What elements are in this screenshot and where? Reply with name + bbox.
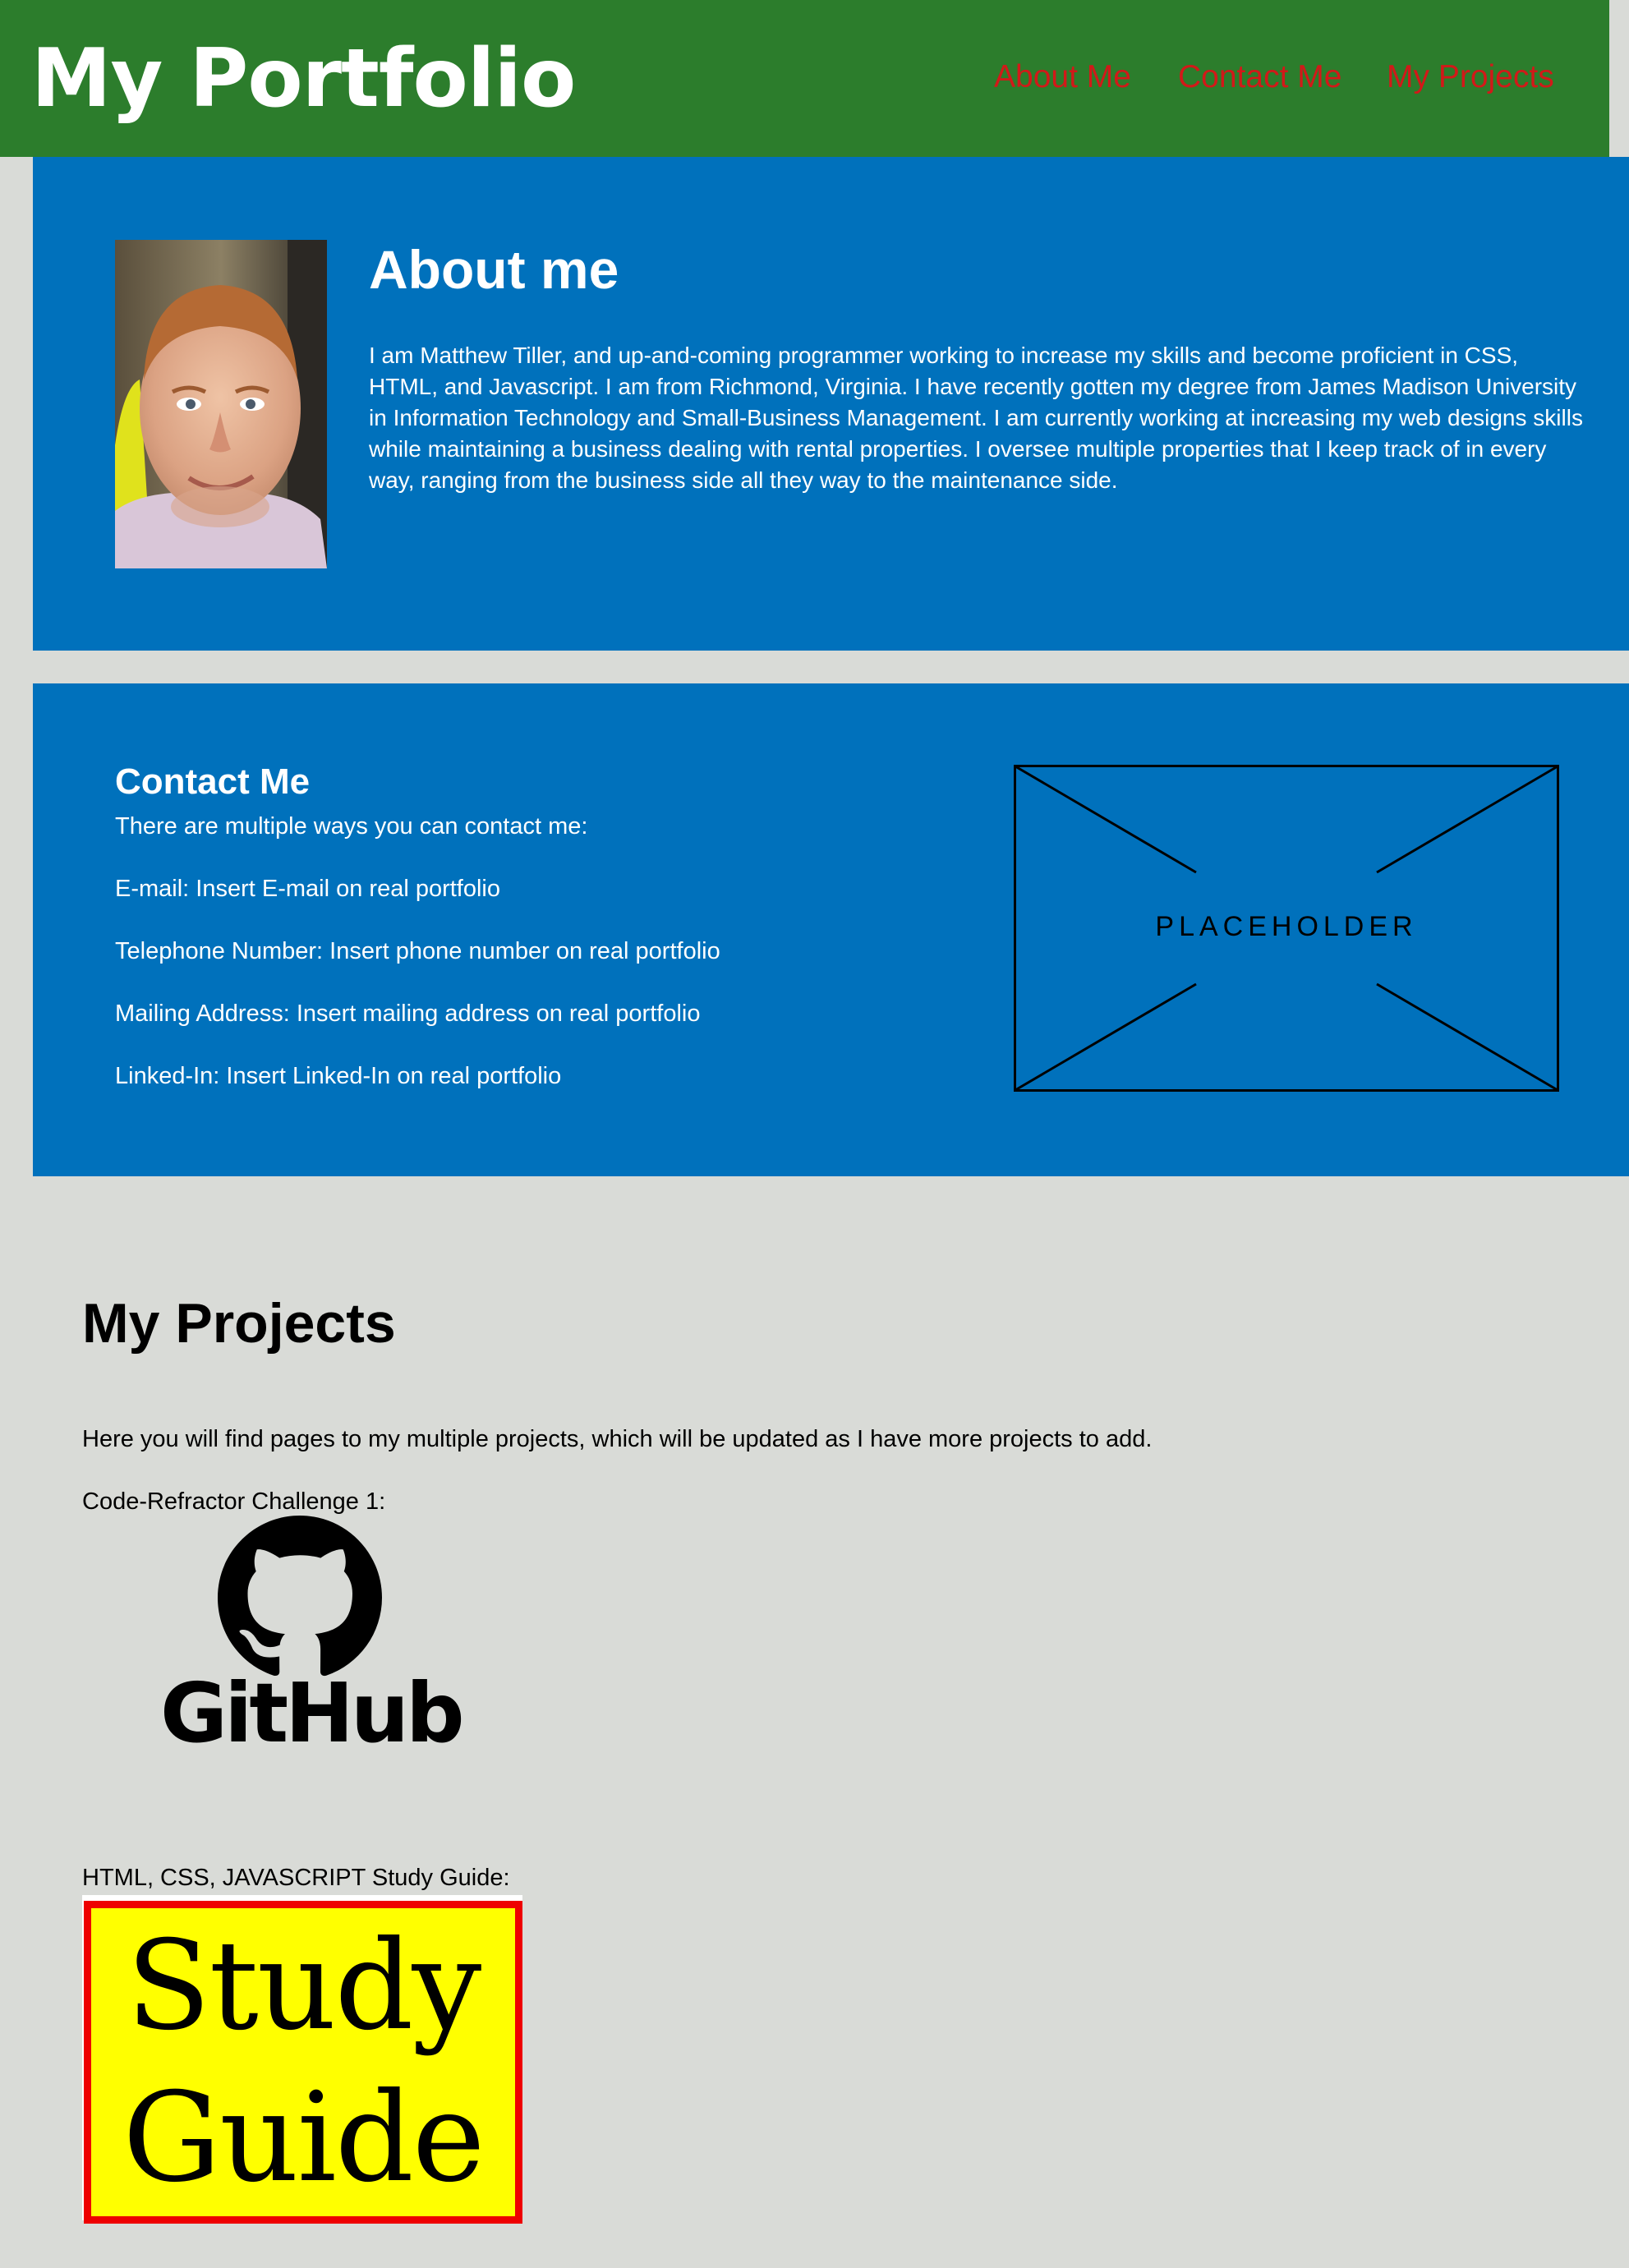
contact-heading: Contact Me <box>115 761 311 802</box>
profile-photo <box>115 240 327 568</box>
contact-email: E-mail: Insert E-mail on real portfolio <box>115 876 500 902</box>
about-section: About me I am Matthew Tiller, and up-and… <box>33 157 1629 651</box>
study-guide-word-study: Study <box>126 1915 481 2058</box>
project-label-study-guide: HTML, CSS, JAVASCRIPT Study Guide: <box>82 1865 510 1891</box>
placeholder-label: PLACEHOLDER <box>1155 911 1418 942</box>
projects-intro: Here you will find pages to my multiple … <box>82 1426 1153 1452</box>
about-heading: About me <box>369 239 619 300</box>
contact-intro: There are multiple ways you can contact … <box>115 813 588 840</box>
study-guide-word-guide: Guide <box>122 2067 485 2210</box>
projects-heading: My Projects <box>82 1292 396 1355</box>
contact-linkedin: Linked-In: Insert Linked-In on real port… <box>115 1063 562 1089</box>
nav-link-about[interactable]: About Me <box>994 56 1131 99</box>
site-header: My Portfolio About Me Contact Me My Proj… <box>0 0 1609 157</box>
profile-photo-illustration <box>115 240 327 568</box>
study-guide-image: Study Guide <box>84 1901 522 2224</box>
study-guide-link[interactable]: Study Guide <box>82 1895 522 2224</box>
contact-mailing-address: Mailing Address: Insert mailing address … <box>115 1001 701 1027</box>
nav-link-projects[interactable]: My Projects <box>1387 56 1554 99</box>
github-project-link[interactable]: GitHub <box>160 1516 465 1762</box>
nav-link-contact[interactable]: Contact Me <box>1178 56 1341 99</box>
contact-phone: Telephone Number: Insert phone number on… <box>115 938 720 964</box>
placeholder-image: PLACEHOLDER <box>1014 765 1559 1092</box>
github-icon <box>218 1516 382 1677</box>
github-wordmark: GitHub <box>160 1665 465 1761</box>
about-text: I am Matthew Tiller, and up-and-coming p… <box>369 343 1583 493</box>
project-label-code-refactor: Code-Refractor Challenge 1: <box>82 1488 386 1515</box>
site-title: My Portfolio <box>31 32 576 126</box>
contact-section: Contact Me There are multiple ways you c… <box>33 683 1629 1176</box>
